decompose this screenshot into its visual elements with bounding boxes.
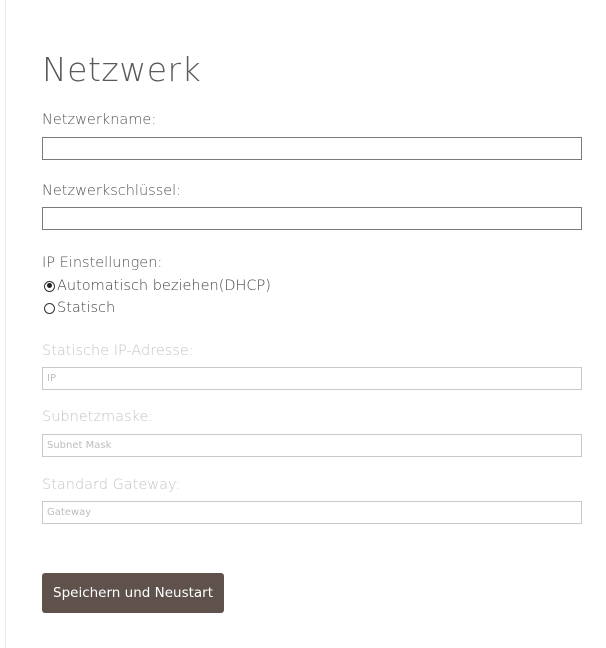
network-key-label: Netzwerkschlüssel:	[42, 183, 182, 199]
save-and-restart-button[interactable]: Speichern und Neustart	[42, 573, 225, 613]
network-name-label: Netzwerkname:	[42, 112, 157, 128]
ip-settings-label: IP Einstellungen:	[42, 255, 163, 271]
radio-dhcp-label: Automatisch beziehen(DHCP)	[57, 278, 271, 294]
radio-dhcp[interactable]: Automatisch beziehen(DHCP)	[44, 278, 271, 294]
gateway-input[interactable]	[42, 501, 582, 524]
page-title: Netzwerk	[42, 50, 202, 89]
radio-static-label: Statisch	[57, 300, 116, 316]
page-border	[5, 0, 6, 648]
radio-unchecked-icon[interactable]	[44, 302, 55, 314]
gateway-label: Standard Gateway:	[42, 477, 181, 493]
network-name-input[interactable]	[42, 137, 582, 160]
network-settings-page: Netzwerk Netzwerkname: Netzwerkschlüssel…	[0, 0, 606, 648]
subnet-mask-label: Subnetzmaske:	[42, 409, 154, 425]
radio-checked-icon[interactable]	[44, 280, 55, 292]
subnet-mask-input[interactable]	[42, 434, 582, 457]
static-ip-label: Statische IP-Adresse:	[42, 343, 194, 359]
static-ip-input[interactable]	[42, 367, 582, 390]
radio-static[interactable]: Statisch	[44, 300, 115, 316]
network-key-input[interactable]	[42, 207, 582, 230]
